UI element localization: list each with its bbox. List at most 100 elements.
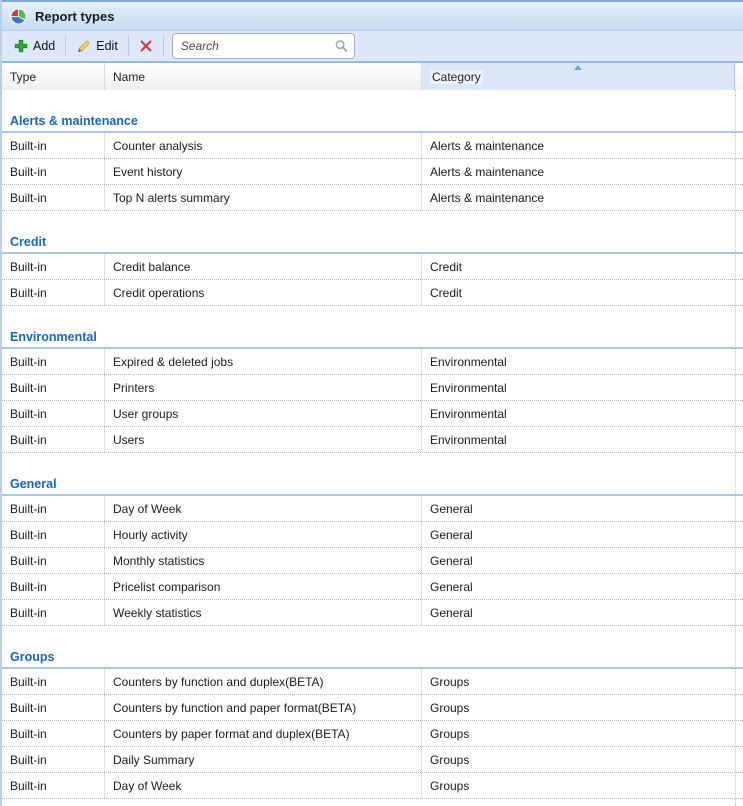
title-bar: Report types bbox=[2, 0, 743, 31]
cell-name: Printers bbox=[105, 375, 422, 400]
group-title: General bbox=[2, 474, 743, 494]
cell-type: Built-in bbox=[2, 280, 105, 305]
cell-filler bbox=[735, 427, 743, 452]
cell-name: Hourly activity bbox=[105, 522, 422, 547]
cell-name: Daily Summary bbox=[105, 747, 422, 772]
column-header-label: Type bbox=[10, 70, 36, 84]
cell-name: Counters by function and paper format(BE… bbox=[105, 695, 422, 720]
table-row[interactable]: Built-inDay of WeekGroups bbox=[2, 773, 743, 799]
cell-filler bbox=[735, 496, 743, 521]
cell-type: Built-in bbox=[2, 721, 105, 746]
toolbar: Add Edit bbox=[2, 31, 743, 62]
cell-category: Environmental bbox=[422, 349, 735, 374]
edit-button[interactable]: Edit bbox=[70, 36, 124, 57]
table-row[interactable]: Built-inCounters by function and duplex(… bbox=[2, 669, 743, 695]
cell-filler bbox=[735, 375, 743, 400]
cell-type: Built-in bbox=[2, 522, 105, 547]
magnifier-icon bbox=[334, 39, 349, 54]
table-row[interactable]: Built-inUser groupsEnvironmental bbox=[2, 401, 743, 427]
toolbar-separator bbox=[65, 36, 66, 56]
column-header-label: Name bbox=[113, 70, 145, 84]
cell-filler bbox=[735, 401, 743, 426]
cell-name: Day of Week bbox=[105, 496, 422, 521]
column-header-label: Category bbox=[430, 70, 483, 84]
plus-icon bbox=[14, 39, 28, 53]
group-title: Credit bbox=[2, 232, 743, 252]
cell-filler bbox=[735, 773, 743, 798]
cell-filler bbox=[735, 669, 743, 694]
column-header-type[interactable]: Type bbox=[2, 63, 105, 90]
cell-category: Alerts & maintenance bbox=[422, 133, 735, 158]
cell-name: Pricelist comparison bbox=[105, 574, 422, 599]
cell-name: Users bbox=[105, 427, 422, 452]
table-row[interactable]: Built-inTop N alerts summaryAlerts & mai… bbox=[2, 185, 743, 211]
table-row[interactable]: Built-inPricelist comparisonGeneral bbox=[2, 574, 743, 600]
cell-name: Expired & deleted jobs bbox=[105, 349, 422, 374]
cell-filler bbox=[735, 695, 743, 720]
table-row[interactable]: Built-inEvent historyAlerts & maintenanc… bbox=[2, 159, 743, 185]
cell-filler bbox=[735, 600, 743, 625]
table-row[interactable]: Built-inExpired & deleted jobsEnvironmen… bbox=[2, 349, 743, 375]
cell-type: Built-in bbox=[2, 159, 105, 184]
cell-filler bbox=[735, 280, 743, 305]
cell-filler bbox=[735, 747, 743, 772]
edit-button-label: Edit bbox=[96, 39, 118, 53]
pencil-icon bbox=[76, 39, 91, 54]
cell-category: Environmental bbox=[422, 401, 735, 426]
cell-type: Built-in bbox=[2, 548, 105, 573]
cell-name: Counters by paper format and duplex(BETA… bbox=[105, 721, 422, 746]
table-row[interactable]: Built-inWeekly statisticsGeneral bbox=[2, 600, 743, 626]
sort-ascending-icon bbox=[574, 65, 582, 70]
cell-type: Built-in bbox=[2, 669, 105, 694]
cell-category: General bbox=[422, 548, 735, 573]
delete-x-icon bbox=[139, 39, 153, 53]
table-row[interactable]: Built-inCredit operationsCredit bbox=[2, 280, 743, 306]
cell-category: Groups bbox=[422, 695, 735, 720]
cell-type: Built-in bbox=[2, 747, 105, 772]
cell-category: Environmental bbox=[422, 427, 735, 452]
column-header-filler bbox=[735, 63, 743, 90]
cell-type: Built-in bbox=[2, 773, 105, 798]
add-button[interactable]: Add bbox=[8, 36, 61, 56]
cell-type: Built-in bbox=[2, 133, 105, 158]
cell-name: User groups bbox=[105, 401, 422, 426]
cell-type: Built-in bbox=[2, 427, 105, 452]
search-input[interactable] bbox=[172, 33, 355, 59]
table-row[interactable]: Built-inUsersEnvironmental bbox=[2, 427, 743, 453]
column-header-category[interactable]: Category bbox=[422, 63, 735, 90]
table-row[interactable]: Built-inCounters by function and paper f… bbox=[2, 695, 743, 721]
cell-category: Groups bbox=[422, 669, 735, 694]
report-group: CreditBuilt-inCredit balanceCreditBuilt-… bbox=[2, 211, 743, 306]
table-row[interactable]: Built-inDay of WeekGeneral bbox=[2, 496, 743, 522]
table-row[interactable]: Built-inCounters by paper format and dup… bbox=[2, 721, 743, 747]
cell-name: Counters by function and duplex(BETA) bbox=[105, 669, 422, 694]
report-group: GeneralBuilt-inDay of WeekGeneralBuilt-i… bbox=[2, 453, 743, 626]
cell-name: Day of Week bbox=[105, 773, 422, 798]
cell-filler bbox=[735, 133, 743, 158]
cell-type: Built-in bbox=[2, 349, 105, 374]
delete-button[interactable] bbox=[133, 36, 159, 56]
cell-type: Built-in bbox=[2, 600, 105, 625]
table-row[interactable]: Built-inCredit balanceCredit bbox=[2, 254, 743, 280]
cell-category: Groups bbox=[422, 747, 735, 772]
cell-category: General bbox=[422, 600, 735, 625]
cell-category: General bbox=[422, 574, 735, 599]
cell-filler bbox=[735, 522, 743, 547]
column-header-name[interactable]: Name bbox=[105, 63, 422, 90]
cell-category: Credit bbox=[422, 254, 735, 279]
cell-filler bbox=[735, 721, 743, 746]
table-row[interactable]: Built-inDaily SummaryGroups bbox=[2, 747, 743, 773]
cell-name: Credit balance bbox=[105, 254, 422, 279]
table-row[interactable]: Built-inMonthly statisticsGeneral bbox=[2, 548, 743, 574]
cell-category: Groups bbox=[422, 773, 735, 798]
cell-filler bbox=[735, 548, 743, 573]
cell-name: Event history bbox=[105, 159, 422, 184]
cell-filler bbox=[735, 185, 743, 210]
table-row[interactable]: Built-inHourly activityGeneral bbox=[2, 522, 743, 548]
cell-name: Credit operations bbox=[105, 280, 422, 305]
cell-category: Alerts & maintenance bbox=[422, 185, 735, 210]
table-row[interactable]: Built-inCounter analysisAlerts & mainten… bbox=[2, 133, 743, 159]
table-row[interactable]: Built-inPrintersEnvironmental bbox=[2, 375, 743, 401]
cell-type: Built-in bbox=[2, 695, 105, 720]
cell-type: Built-in bbox=[2, 574, 105, 599]
